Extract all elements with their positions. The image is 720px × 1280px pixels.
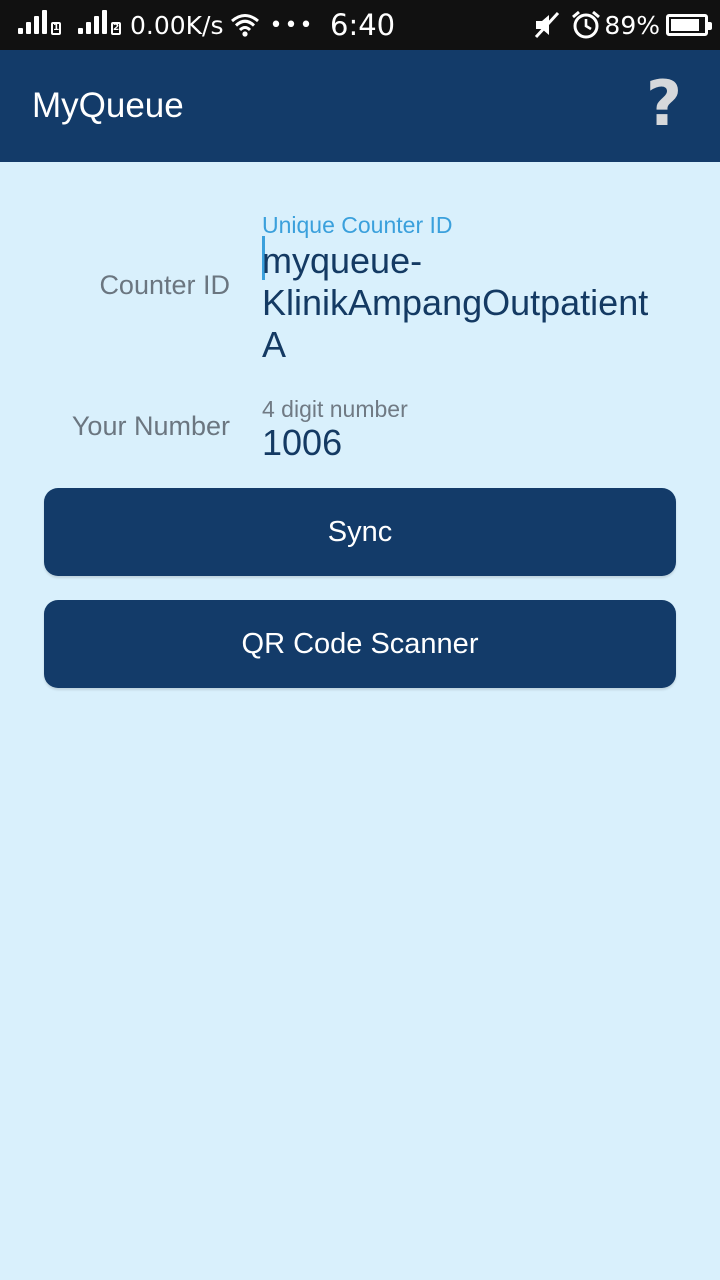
help-icon[interactable]: ? [644,72,684,136]
sim2-label: 2 [111,22,121,35]
mute-icon [535,11,560,39]
your-number-input[interactable]: 1006 [262,422,672,464]
your-number-label: Your Number [71,411,230,441]
sim1-label: 1 [51,22,61,35]
alarm-icon [572,10,601,39]
counter-id-floating-hint: Unique Counter ID [262,212,453,238]
counter-id-input[interactable]: myqueue-KlinikAmpangOutpatientA [262,240,672,366]
status-left-group: 1 2 0.00K/s ••• [18,0,314,50]
status-bar: 1 2 0.00K/s ••• 6:40 89% [0,0,720,50]
app-bar: MyQueue ? [0,50,720,162]
your-number-floating-hint: 4 digit number [262,396,408,422]
counter-id-label: Counter ID [99,270,230,300]
battery-percent: 89% [604,10,660,40]
wifi-icon [230,14,259,37]
app-title: MyQueue [32,86,184,125]
status-right-group: 89% [532,0,712,50]
signal-sim1-icon: 1 [18,10,62,40]
more-notifications-icon: ••• [269,12,315,38]
battery-fill [671,19,699,31]
signal-sim2-icon: 2 [78,10,122,40]
clock: 6:40 [330,8,396,42]
sync-button[interactable]: Sync [44,488,676,576]
battery-icon [666,14,712,36]
qr-code-scanner-button[interactable]: QR Code Scanner [44,600,676,688]
network-speed: 0.00K/s [130,10,224,40]
